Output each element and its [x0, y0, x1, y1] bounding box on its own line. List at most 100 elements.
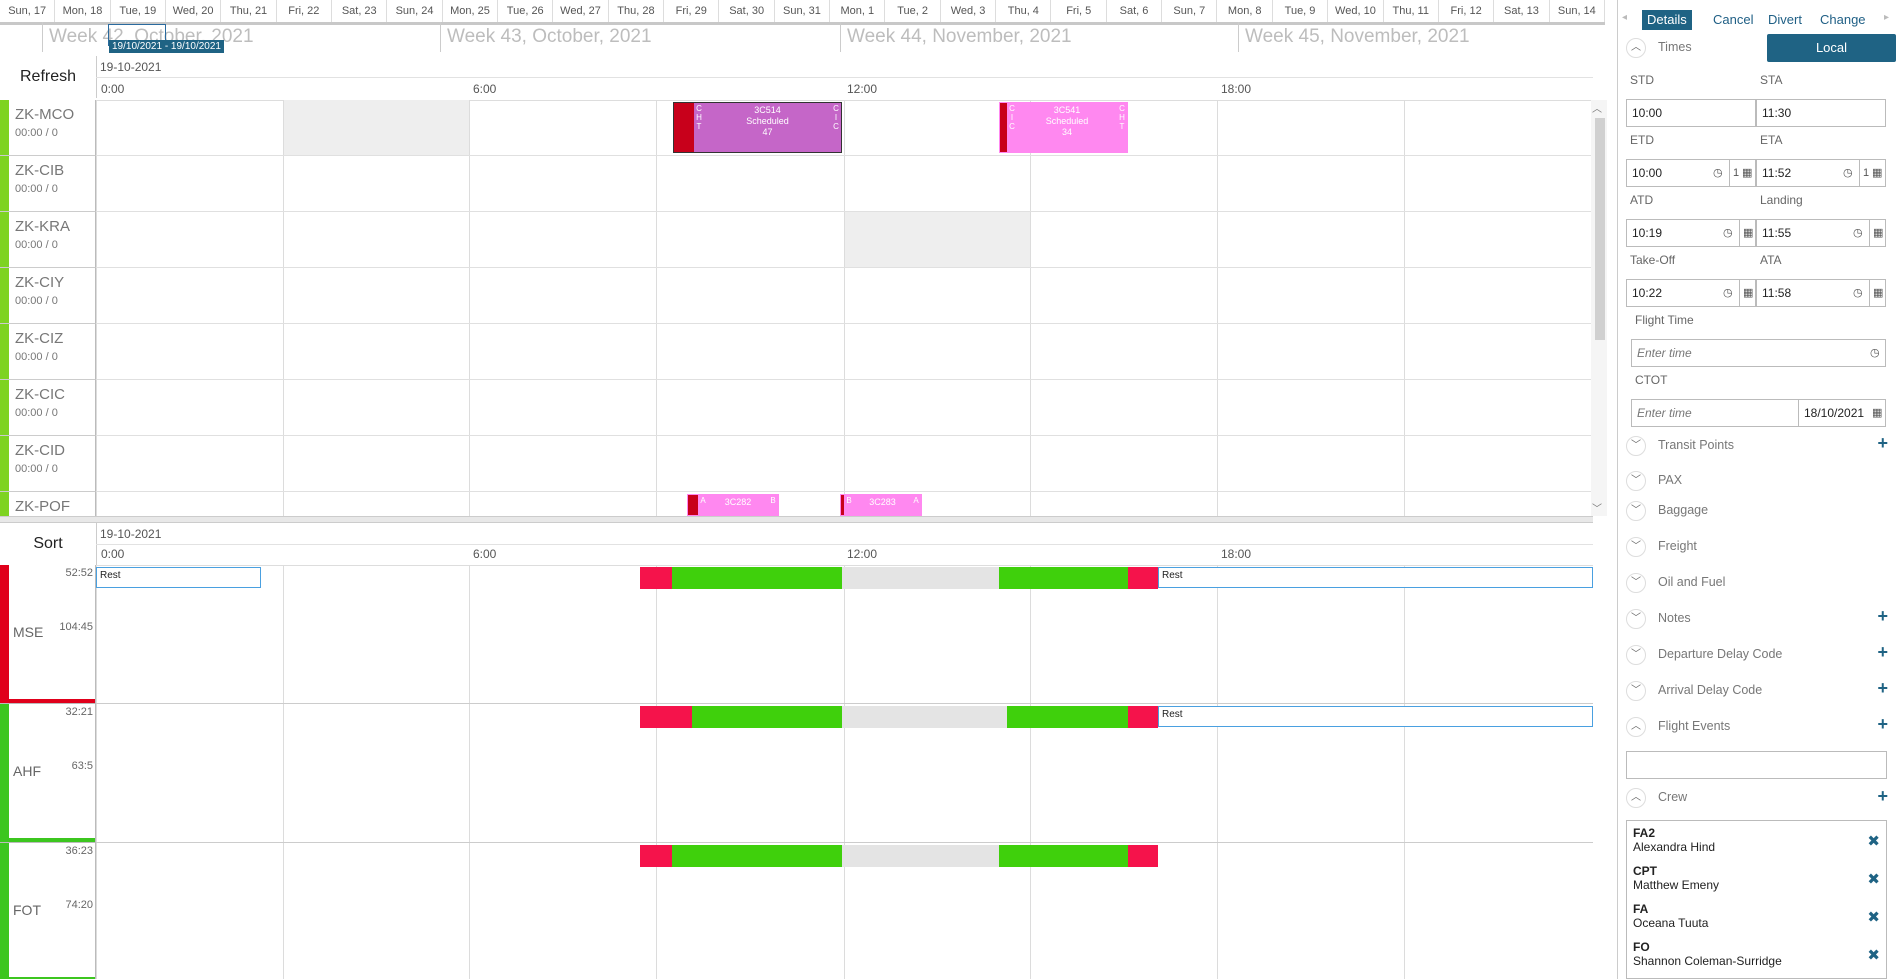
calendar-icon[interactable]: ▦: [1739, 280, 1753, 306]
day-label[interactable]: Mon, 1: [830, 0, 886, 22]
aircraft-row[interactable]: ZK-KRA 00:00 / 0: [0, 212, 96, 268]
panel-splitter[interactable]: [0, 516, 1593, 523]
day-label[interactable]: Sat, 6: [1107, 0, 1163, 22]
day-label[interactable]: Fri, 22: [277, 0, 332, 22]
day-label[interactable]: Sun, 24: [387, 0, 443, 22]
refresh-button[interactable]: Refresh: [0, 56, 97, 98]
day-label[interactable]: Tue, 2: [886, 0, 941, 22]
flight-time-input[interactable]: Enter time ◷: [1631, 339, 1886, 367]
day-label[interactable]: Sun, 14: [1550, 0, 1605, 22]
clock-icon[interactable]: ◷: [1713, 160, 1723, 186]
crew-member-row[interactable]: FOT 36:23 74:20: [0, 843, 96, 979]
aircraft-scroll-thumb[interactable]: [1595, 118, 1605, 340]
rest-period[interactable]: Rest: [1158, 706, 1593, 727]
calendar-icon[interactable]: ▦: [1739, 220, 1753, 246]
ata-field[interactable]: 11:58 ◷ ▦: [1756, 279, 1886, 307]
chevron-down-icon[interactable]: ﹀: [1626, 471, 1646, 491]
sta-field[interactable]: 11:30: [1756, 99, 1886, 127]
calendar-icon[interactable]: ▦: [1869, 220, 1883, 246]
crew-member-row[interactable]: AHF 32:21 63:5: [0, 704, 96, 843]
duty-segment[interactable]: [1128, 706, 1158, 728]
day-label[interactable]: Fri, 12: [1439, 0, 1495, 22]
chevron-down-icon[interactable]: ﹀: [1626, 645, 1646, 665]
duty-segment[interactable]: [692, 706, 842, 728]
calendar-icon[interactable]: ▦: [1869, 280, 1883, 306]
remove-crew-icon[interactable]: ✖: [1867, 870, 1880, 888]
day-label[interactable]: Tue, 9: [1273, 0, 1329, 22]
aircraft-row[interactable]: ZK-POF: [0, 492, 96, 516]
etd-field[interactable]: 10:00 ◷ 1 ▦: [1626, 159, 1756, 187]
section-baggage[interactable]: ﹀ Baggage: [1626, 501, 1896, 523]
rest-period[interactable]: Rest: [96, 567, 261, 588]
chevron-down-icon[interactable]: ﹀: [1626, 436, 1646, 456]
day-label[interactable]: Sun, 31: [775, 0, 831, 22]
section-freight[interactable]: ﹀ Freight: [1626, 537, 1896, 559]
day-label[interactable]: Mon, 18: [55, 0, 111, 22]
section-transit-points[interactable]: ﹀ Transit Points +: [1626, 433, 1896, 458]
sort-button[interactable]: Sort: [0, 523, 97, 565]
section-notes[interactable]: ﹀ Notes +: [1626, 606, 1896, 631]
day-label[interactable]: Thu, 4: [996, 0, 1052, 22]
scroll-up-icon[interactable]: ︿: [1592, 100, 1602, 115]
chevron-up-icon[interactable]: ︿: [1626, 38, 1646, 58]
section-oil-and-fuel[interactable]: ﹀ Oil and Fuel: [1626, 573, 1896, 595]
duty-segment[interactable]: [640, 706, 692, 728]
crew-list-item[interactable]: FA2 Alexandra Hind ✖: [1633, 826, 1880, 854]
clock-icon[interactable]: ◷: [1723, 220, 1733, 246]
tab-details[interactable]: Details: [1642, 10, 1692, 30]
flight-block[interactable]: A B 3C282: [687, 494, 779, 516]
duty-segment[interactable]: [1128, 567, 1158, 589]
atd-field[interactable]: 10:19 ◷ ▦: [1626, 219, 1756, 247]
takeoff-field[interactable]: 10:22 ◷ ▦: [1626, 279, 1756, 307]
day-label[interactable]: Wed, 10: [1328, 0, 1384, 22]
flight-block[interactable]: B A 3C283: [840, 494, 922, 516]
add-icon[interactable]: +: [1877, 678, 1888, 699]
day-label[interactable]: Thu, 21: [221, 0, 277, 22]
add-icon[interactable]: +: [1877, 714, 1888, 735]
chevron-down-icon[interactable]: ﹀: [1626, 537, 1646, 557]
add-crew-icon[interactable]: +: [1877, 786, 1888, 807]
aircraft-row[interactable]: ZK-MCO 00:00 / 0: [0, 100, 96, 156]
crew-member-row[interactable]: MSE 52:52 104:45: [0, 565, 96, 704]
day-label[interactable]: Fri, 5: [1052, 0, 1107, 22]
remove-crew-icon[interactable]: ✖: [1867, 908, 1880, 926]
day-label[interactable]: Sat, 30: [720, 0, 775, 22]
remove-crew-icon[interactable]: ✖: [1867, 832, 1880, 850]
chevron-down-icon[interactable]: ﹀: [1626, 573, 1646, 593]
day-label[interactable]: Sat, 13: [1494, 0, 1550, 22]
duty-segment[interactable]: [999, 567, 1128, 589]
day-label[interactable]: Mon, 25: [443, 0, 499, 22]
add-icon[interactable]: +: [1877, 433, 1888, 454]
tab-change[interactable]: Change: [1815, 10, 1871, 30]
scroll-down-icon[interactable]: ﹀: [1592, 500, 1602, 515]
eta-field[interactable]: 11:52 ◷ 1 ▦: [1756, 159, 1886, 187]
aircraft-row[interactable]: ZK-CIY 00:00 / 0: [0, 268, 96, 324]
chevron-up-icon[interactable]: ︿: [1626, 717, 1646, 737]
day-label[interactable]: Sat, 23: [332, 0, 388, 22]
section-departure-delay-code[interactable]: ﹀ Departure Delay Code +: [1626, 642, 1896, 667]
remove-crew-icon[interactable]: ✖: [1867, 946, 1880, 964]
day-label[interactable]: Fri, 29: [664, 0, 720, 22]
duty-segment[interactable]: [640, 567, 672, 589]
flight-events-input[interactable]: [1626, 751, 1887, 779]
day-label[interactable]: Wed, 20: [166, 0, 222, 22]
calendar-icon[interactable]: ▦: [1742, 160, 1752, 186]
day-label[interactable]: Sun, 17: [0, 0, 56, 22]
day-label[interactable]: Thu, 11: [1384, 0, 1439, 22]
tab-divert[interactable]: Divert: [1763, 10, 1807, 30]
day-label[interactable]: Tue, 19: [111, 0, 166, 22]
chevron-down-icon[interactable]: ﹀: [1626, 609, 1646, 629]
clock-icon[interactable]: ◷: [1853, 220, 1863, 246]
duty-segment[interactable]: [999, 845, 1128, 867]
ctot-date[interactable]: 18/10/2021: [1798, 400, 1864, 426]
chevron-down-icon[interactable]: ﹀: [1626, 681, 1646, 701]
tabs-left-arrow-icon[interactable]: ◂: [1622, 12, 1627, 23]
calendar-icon[interactable]: ▦: [1872, 160, 1882, 186]
clock-icon[interactable]: ◷: [1723, 280, 1733, 306]
chevron-up-icon[interactable]: ︿: [1626, 788, 1646, 808]
duty-segment[interactable]: [640, 845, 672, 867]
section-arrival-delay-code[interactable]: ﹀ Arrival Delay Code +: [1626, 678, 1896, 703]
landing-field[interactable]: 11:55 ◷ ▦: [1756, 219, 1886, 247]
duty-segment[interactable]: [842, 567, 999, 589]
duty-segment[interactable]: [672, 567, 842, 589]
